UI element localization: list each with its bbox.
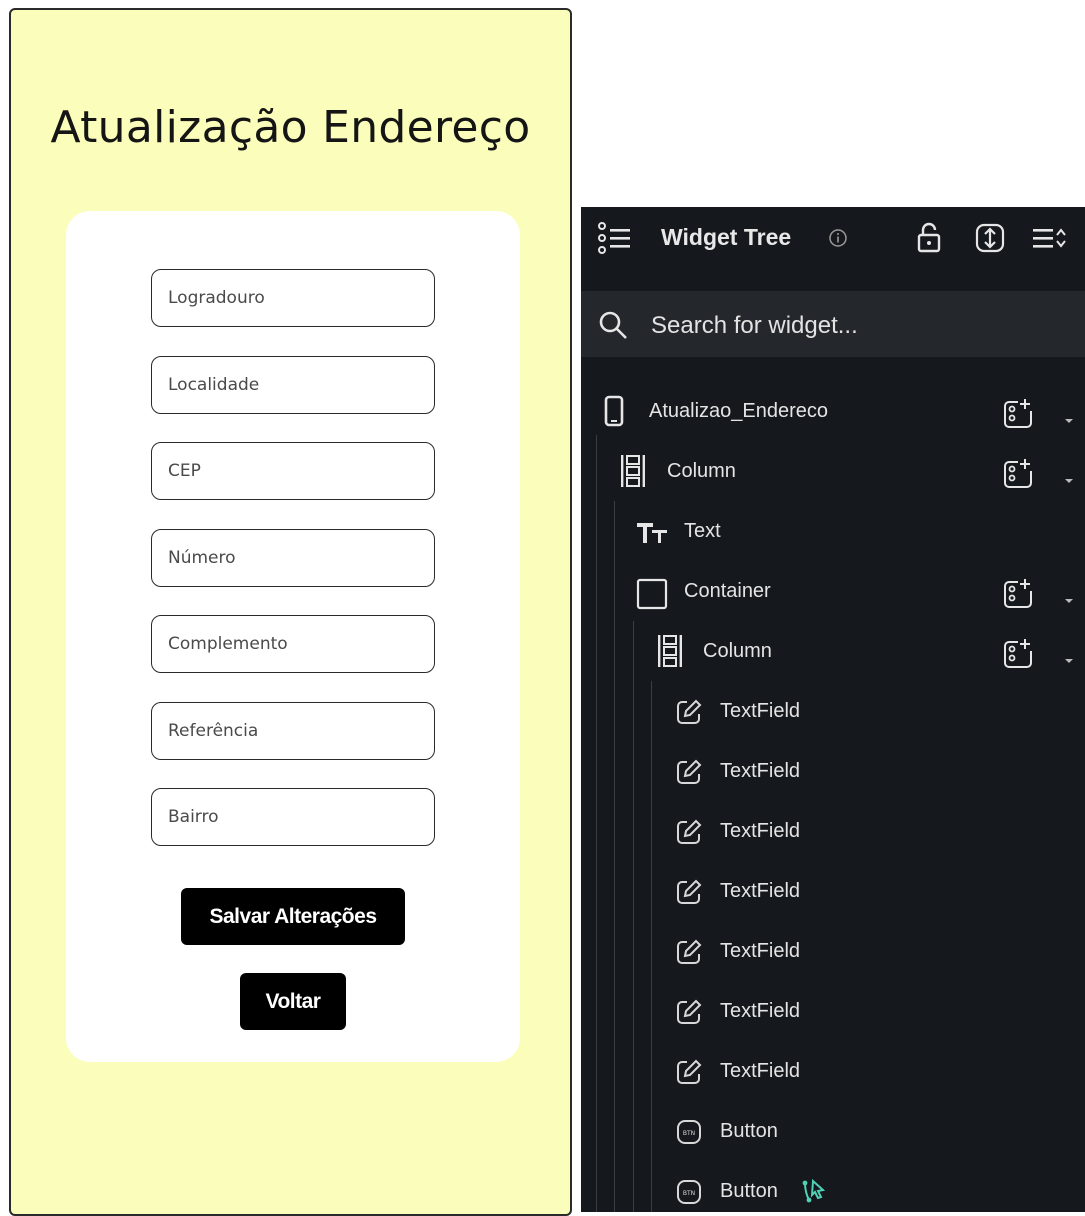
tree-node-label: TextField xyxy=(720,940,801,962)
unlock-icon[interactable] xyxy=(917,222,941,259)
page-title: Atualização Endereço xyxy=(50,102,531,153)
text-icon xyxy=(636,521,668,550)
tree-node-textfield[interactable]: TextField xyxy=(581,804,1085,860)
chevron-down-icon[interactable] xyxy=(1064,651,1074,669)
edit-icon xyxy=(675,1058,703,1091)
sort-icon[interactable] xyxy=(1033,226,1069,255)
add-child-icon[interactable] xyxy=(1003,577,1035,614)
add-child-icon[interactable] xyxy=(1003,397,1035,434)
tree-node-container[interactable]: Container xyxy=(581,564,1085,620)
tree-node-label: Container xyxy=(684,580,771,602)
edit-icon xyxy=(675,818,703,851)
tree-node-label: Button xyxy=(720,1180,778,1202)
logradouro-field[interactable] xyxy=(151,269,435,327)
widget-search[interactable]: Search for widget... xyxy=(581,291,1085,357)
edit-icon xyxy=(675,758,703,791)
tree-node-textfield[interactable]: TextField xyxy=(581,984,1085,1040)
phone-icon xyxy=(604,395,624,432)
container-icon xyxy=(636,578,668,615)
add-child-icon[interactable] xyxy=(1003,637,1035,674)
tree-node-label: Atualizao_Endereco xyxy=(649,400,829,422)
form-card: Salvar Alterações Voltar xyxy=(66,211,520,1062)
tree-node-textfield[interactable]: TextField xyxy=(581,864,1085,920)
button-icon: BTN xyxy=(676,1119,702,1150)
back-button[interactable]: Voltar xyxy=(240,973,346,1030)
tree-node-column[interactable]: Column xyxy=(581,444,1085,500)
add-child-icon[interactable] xyxy=(1003,457,1035,494)
tree-node-page[interactable]: Atualizao_Endereco xyxy=(581,384,1085,440)
numero-field[interactable] xyxy=(151,529,435,587)
tree-node-label: TextField xyxy=(720,1000,801,1022)
tree-node-label: TextField xyxy=(720,1060,801,1082)
localidade-field[interactable] xyxy=(151,356,435,414)
panel-title: Widget Tree xyxy=(661,224,792,250)
tree-node-textfield[interactable]: TextField xyxy=(581,684,1085,740)
app-preview: Atualização Endereço Salvar Alterações V… xyxy=(9,8,572,1216)
tree-node-textfield[interactable]: TextField xyxy=(581,1044,1085,1100)
panel-header: Widget Tree xyxy=(581,207,1085,269)
chevron-down-icon[interactable] xyxy=(1064,591,1074,609)
tree-node-column[interactable]: Column xyxy=(581,624,1085,680)
tree-node-label: TextField xyxy=(720,700,801,722)
svg-text:BTN: BTN xyxy=(683,1190,695,1197)
search-icon xyxy=(598,310,628,345)
save-button[interactable]: Salvar Alterações xyxy=(181,888,405,945)
tree-node-label: TextField xyxy=(720,760,801,782)
tree-node-label: Text xyxy=(684,520,721,542)
column-icon xyxy=(657,634,683,673)
cep-field[interactable] xyxy=(151,442,435,500)
referencia-field[interactable] xyxy=(151,702,435,760)
widget-tree-panel: Widget Tree Search for widget... Atualiz… xyxy=(581,207,1085,1212)
tree-node-text[interactable]: Text xyxy=(581,504,1085,560)
tree-node-label: Column xyxy=(667,460,736,482)
tree-node-label: TextField xyxy=(720,880,801,902)
bairro-field[interactable] xyxy=(151,788,435,846)
info-icon[interactable] xyxy=(828,228,848,253)
tree-node-label: TextField xyxy=(720,820,801,842)
tree-node-label: Column xyxy=(703,640,772,662)
action-flow-icon[interactable] xyxy=(801,1178,827,1209)
expand-vertical-icon[interactable] xyxy=(974,222,1006,259)
tree-node-textfield[interactable]: TextField xyxy=(581,744,1085,800)
complemento-field[interactable] xyxy=(151,615,435,673)
edit-icon xyxy=(675,878,703,911)
edit-icon xyxy=(675,698,703,731)
button-icon: BTN xyxy=(676,1179,702,1210)
tree-node-textfield[interactable]: TextField xyxy=(581,924,1085,980)
chevron-down-icon[interactable] xyxy=(1064,411,1074,429)
svg-text:BTN: BTN xyxy=(683,1130,695,1137)
column-icon xyxy=(620,454,646,493)
edit-icon xyxy=(675,998,703,1031)
edit-icon xyxy=(675,938,703,971)
tree-list-icon[interactable] xyxy=(597,222,631,259)
tree-node-label: Button xyxy=(720,1120,778,1142)
search-placeholder: Search for widget... xyxy=(651,312,858,339)
tree-node-button[interactable]: BTN Button xyxy=(581,1164,1085,1212)
tree-node-button[interactable]: BTN Button xyxy=(581,1104,1085,1160)
chevron-down-icon[interactable] xyxy=(1064,471,1074,489)
